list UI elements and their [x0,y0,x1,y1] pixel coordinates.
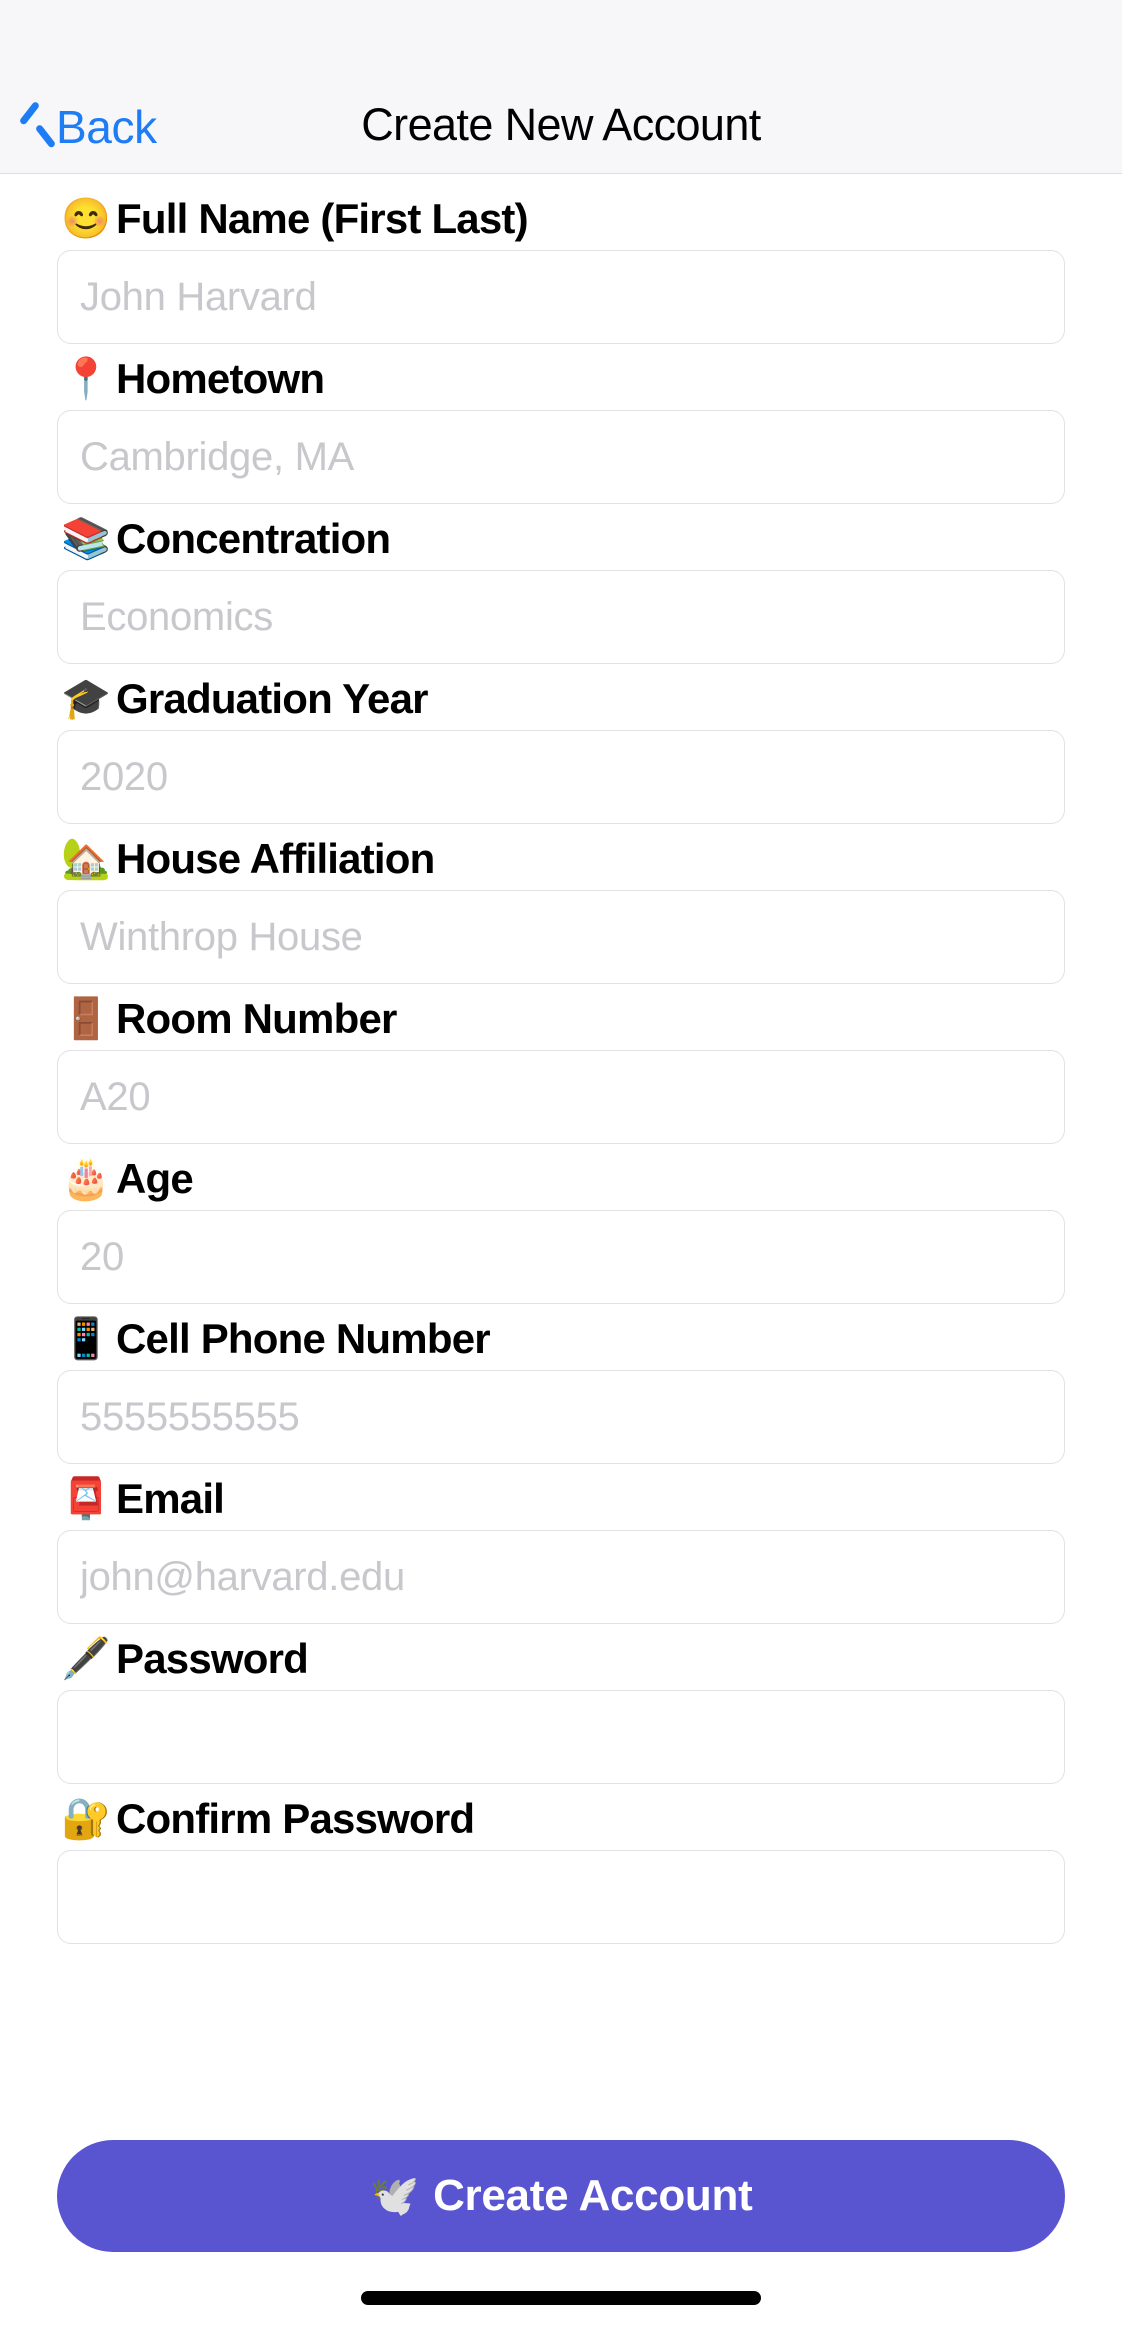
field-label-text-age: Age [116,1158,193,1200]
field-label-room-number: 🚪Room Number [61,988,1065,1050]
field-cell-phone-number: 📱Cell Phone Number [0,1308,1122,1464]
field-room-number: 🚪Room Number [0,988,1122,1144]
dove-icon: 🕊️ [370,2176,420,2216]
field-label-text-concentration: Concentration [116,518,390,560]
mobile-phone-icon: 📱 [61,1319,107,1359]
field-full-name: 😊Full Name (First Last) [0,188,1122,344]
birthday-cake-icon: 🎂 [61,1159,107,1199]
closed-lock-with-key-icon: 🔐 [61,1799,107,1839]
create-account-button-label: Create Account [433,2171,752,2221]
home-indicator-area [0,2252,1122,2344]
field-label-text-house-affiliation: House Affiliation [116,838,435,880]
input-house-affiliation[interactable] [57,890,1065,984]
input-graduation-year[interactable] [57,730,1065,824]
navigation-bar: Back Create New Account [0,0,1122,174]
postbox-icon: 📮 [61,1479,107,1519]
field-hometown: 📍Hometown [0,348,1122,504]
input-password[interactable] [57,1690,1065,1784]
input-cell-phone-number[interactable] [57,1370,1065,1464]
field-label-text-password: Password [116,1638,308,1680]
field-label-hometown: 📍Hometown [61,348,1065,410]
field-label-text-graduation-year: Graduation Year [116,678,428,720]
create-account-button[interactable]: 🕊️ Create Account [57,2140,1065,2252]
lock-with-ink-pen-icon: 🖋️ [61,1639,107,1679]
page-title: Create New Account [0,102,1122,147]
round-pushpin-icon: 📍 [61,359,107,399]
field-password: 🖋️Password [0,1628,1122,1784]
field-label-email: 📮Email [61,1468,1065,1530]
field-label-full-name: 😊Full Name (First Last) [61,188,1065,250]
field-label-password: 🖋️Password [61,1628,1065,1690]
field-label-text-email: Email [116,1478,224,1520]
input-room-number[interactable] [57,1050,1065,1144]
input-full-name[interactable] [57,250,1065,344]
field-age: 🎂Age [0,1148,1122,1304]
field-confirm-password: 🔐Confirm Password [0,1788,1122,1944]
create-account-screen: Back Create New Account 😊Full Name (Firs… [0,0,1122,2344]
input-email[interactable] [57,1530,1065,1624]
field-label-age: 🎂Age [61,1148,1065,1210]
input-age[interactable] [57,1210,1065,1304]
field-label-confirm-password: 🔐Confirm Password [61,1788,1065,1850]
field-email: 📮Email [0,1468,1122,1624]
home-indicator[interactable] [361,2291,761,2305]
field-graduation-year: 🎓Graduation Year [0,668,1122,824]
graduation-cap-icon: 🎓 [61,679,107,719]
field-label-house-affiliation: 🏡House Affiliation [61,828,1065,890]
field-label-text-room-number: Room Number [116,998,397,1040]
house-with-garden-icon: 🏡 [61,839,107,879]
submit-button-container: 🕊️ Create Account [0,2120,1122,2252]
field-label-concentration: 📚Concentration [61,508,1065,570]
field-label-graduation-year: 🎓Graduation Year [61,668,1065,730]
field-house-affiliation: 🏡House Affiliation [0,828,1122,984]
field-label-text-hometown: Hometown [116,358,324,400]
input-hometown[interactable] [57,410,1065,504]
input-confirm-password[interactable] [57,1850,1065,1944]
field-label-cell-phone-number: 📱Cell Phone Number [61,1308,1065,1370]
account-form: 😊Full Name (First Last) 📍Hometown 📚Concent… [0,174,1122,2120]
input-concentration[interactable] [57,570,1065,664]
door-icon: 🚪 [61,999,107,1039]
books-icon: 📚 [61,519,107,559]
field-label-text-confirm-password: Confirm Password [116,1798,474,1840]
field-concentration: 📚Concentration [0,508,1122,664]
field-label-text-full-name: Full Name (First Last) [116,198,528,240]
field-label-text-cell-phone-number: Cell Phone Number [116,1318,490,1360]
smiling-face-icon: 😊 [61,199,107,239]
